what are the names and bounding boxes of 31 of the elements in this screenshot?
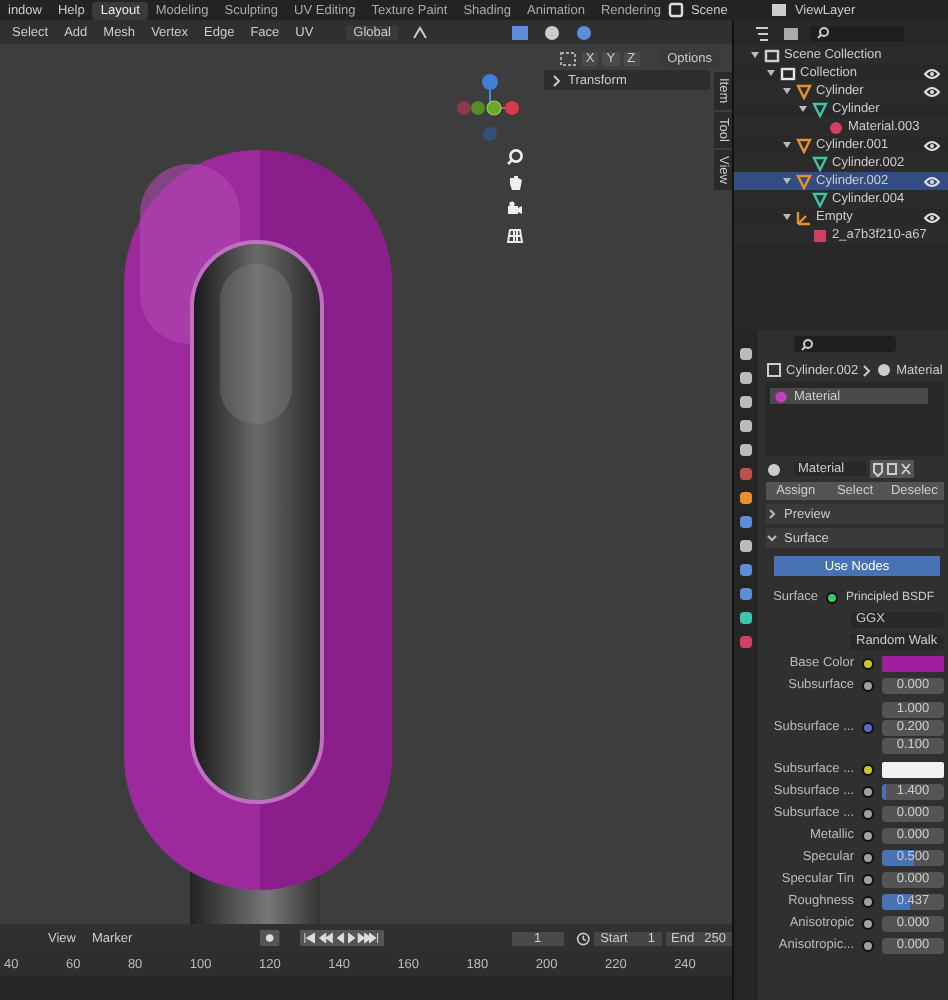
square-icon[interactable] [738,490,754,506]
grid-icon[interactable] [506,226,524,244]
search-field[interactable] [794,336,896,352]
hand-icon[interactable] [506,174,524,192]
eye-icon[interactable] [924,85,940,97]
eye-icon[interactable] [924,175,940,187]
eye-icon[interactable] [924,67,940,79]
search-icon [816,26,830,40]
eye-icon[interactable] [924,139,940,151]
zoom-icon[interactable] [506,148,524,166]
camera-icon[interactable] [506,200,524,218]
square-icon [766,362,782,378]
record-button[interactable] [260,928,280,948]
caret-icon[interactable] [782,176,792,186]
socket-icon [862,721,874,733]
material-actions-drawing[interactable] [870,460,914,478]
caret-icon[interactable] [782,140,792,150]
axis-gizmo-drawing[interactable] [456,72,524,144]
chevron-icon [862,363,873,377]
axes-icon [796,209,812,225]
color-swatch[interactable] [882,761,944,777]
search-icon [800,337,814,351]
search-field[interactable] [810,25,904,41]
clock-icon[interactable] [575,929,591,947]
eye-icon[interactable] [924,211,940,223]
chevron-icon [550,73,562,87]
socket-icon [826,591,838,603]
mirror-icon[interactable] [557,50,578,68]
caret-icon[interactable] [782,212,792,222]
color-swatch[interactable] [882,655,944,671]
playback-controls-drawing[interactable] [299,928,384,948]
